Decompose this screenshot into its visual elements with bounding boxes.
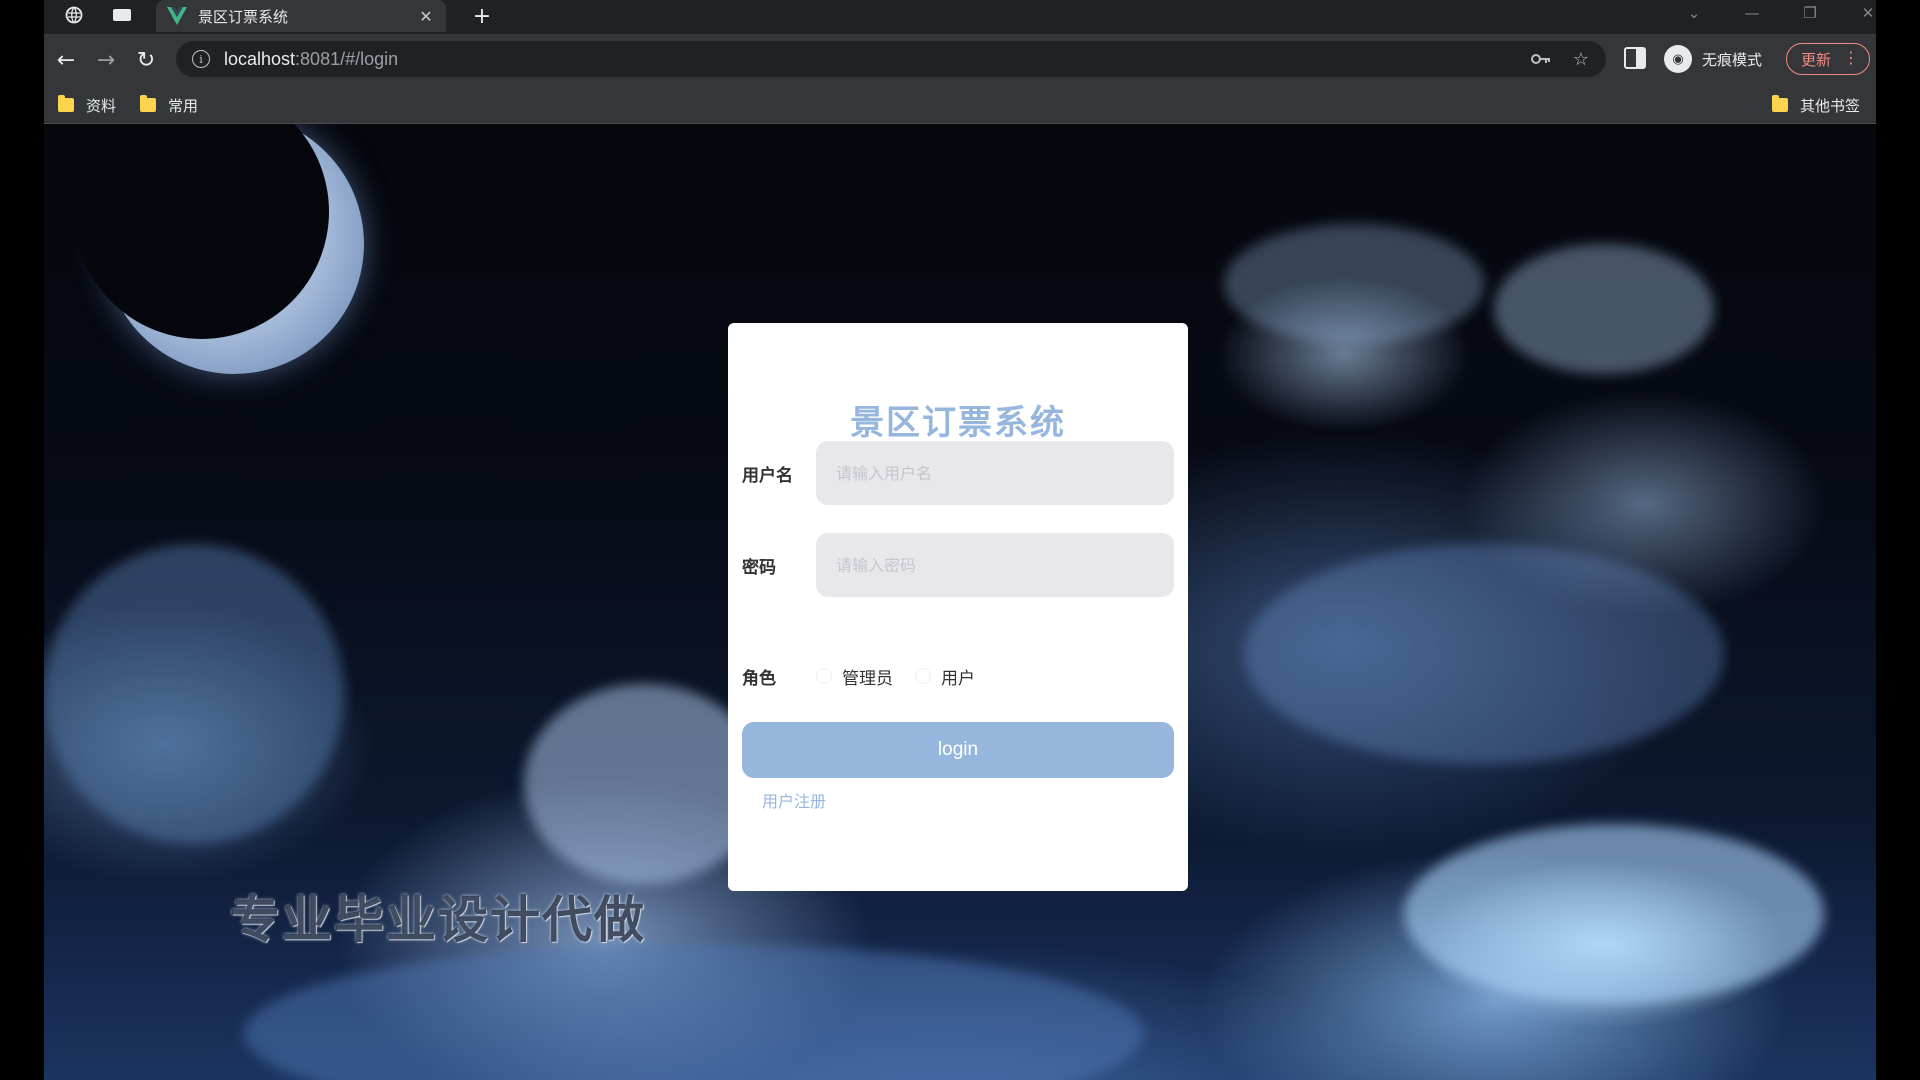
folder-icon	[1772, 95, 1788, 112]
incognito-label: 无痕模式	[1702, 50, 1763, 69]
folder-icon	[58, 95, 74, 112]
update-label: 更新	[1801, 50, 1832, 69]
bookmark-label: 资料	[86, 96, 117, 115]
bookmark-label: 常用	[168, 96, 199, 115]
role-admin-label: 管理员	[842, 668, 893, 689]
back-arrow-icon[interactable]: ←	[52, 46, 80, 74]
username-row: 用户名	[742, 441, 1174, 505]
other-bookmarks[interactable]: 其他书签	[1772, 94, 1860, 116]
address-bar[interactable]: i localhost :8081/#/login ☆	[176, 41, 1606, 77]
watermark-text: 专业毕业设计代做	[230, 891, 646, 949]
radio-admin[interactable]	[816, 668, 832, 684]
incognito-icon: ◉	[1664, 45, 1692, 73]
cloud-shape	[44, 544, 344, 844]
minimize-icon[interactable]: —	[1732, 0, 1772, 26]
restore-icon[interactable]: ❐	[1790, 0, 1830, 26]
username-input[interactable]	[816, 441, 1174, 505]
more-vert-icon[interactable]: ⋮	[1843, 48, 1859, 67]
new-tab-icon[interactable]: +	[468, 2, 496, 30]
other-bookmarks-label: 其他书签	[1800, 96, 1861, 115]
folder-icon	[140, 95, 156, 112]
vue-logo-icon	[166, 5, 188, 27]
bookmark-folder-2[interactable]: 常用	[140, 94, 198, 116]
login-page-background: 景区订票系统 用户名 密码 角色 管理员	[44, 124, 1876, 1080]
url-host: localhost	[224, 48, 296, 69]
close-tab-icon[interactable]: ✕	[416, 7, 436, 26]
bookmark-star-icon[interactable]: ☆	[1566, 41, 1596, 77]
role-row: 角色 管理员 用户	[742, 661, 997, 691]
tab-search-icon[interactable]	[102, 0, 142, 30]
tab-active[interactable]: 景区订票系统 ✕	[156, 0, 446, 32]
register-link[interactable]: 用户注册	[762, 788, 826, 812]
username-label: 用户名	[742, 465, 793, 486]
incognito-indicator[interactable]: ◉ 无痕模式	[1664, 44, 1762, 74]
close-window-icon[interactable]: ✕	[1848, 0, 1876, 26]
globe-icon[interactable]	[54, 0, 94, 30]
role-label: 角色	[742, 668, 776, 689]
cloud-shape	[244, 944, 1144, 1080]
password-label: 密码	[742, 557, 776, 578]
url-path: :8081/#/login	[295, 48, 399, 69]
browser-window: 景区订票系统 ✕ + ⌄ — ❐ ✕ ← → ↻ i localhost :80…	[44, 0, 1876, 1080]
browser-toolbar: ← → ↻ i localhost :8081/#/login ☆ ◉ 无痕模式…	[44, 34, 1876, 86]
tab-title: 景区订票系统	[198, 7, 289, 26]
screen-frame: 景区订票系统 ✕ + ⌄ — ❐ ✕ ← → ↻ i localhost :80…	[0, 0, 1920, 1080]
cloud-shape	[1494, 244, 1714, 374]
forward-arrow-icon[interactable]: →	[92, 46, 120, 74]
bookmark-folder-1[interactable]: 资料	[58, 94, 116, 116]
role-user-label: 用户	[941, 668, 975, 689]
role-option-user[interactable]: 用户	[915, 664, 975, 689]
password-row: 密码	[742, 533, 1174, 597]
side-panel-icon[interactable]	[1624, 47, 1646, 69]
cloud-shape	[1244, 544, 1724, 764]
login-button[interactable]: login	[742, 722, 1174, 778]
reload-icon[interactable]: ↻	[132, 46, 160, 74]
radio-user[interactable]	[915, 668, 931, 684]
role-option-admin[interactable]: 管理员	[816, 664, 893, 689]
key-icon[interactable]	[1526, 41, 1556, 77]
password-input[interactable]	[816, 533, 1174, 597]
update-button[interactable]: 更新 ⋮	[1786, 43, 1870, 75]
site-info-icon[interactable]: i	[192, 50, 210, 68]
tab-strip: 景区订票系统 ✕ + ⌄ — ❐ ✕	[44, 0, 1876, 34]
tab-list-chevron-icon[interactable]: ⌄	[1674, 0, 1714, 26]
cloud-shape	[1224, 224, 1484, 344]
bookmarks-bar: 资料 常用 其他书签	[44, 86, 1876, 124]
login-card: 景区订票系统 用户名 密码 角色 管理员	[728, 323, 1188, 891]
page-title: 景区订票系统	[850, 403, 1066, 443]
cloud-shape	[1404, 824, 1824, 1004]
